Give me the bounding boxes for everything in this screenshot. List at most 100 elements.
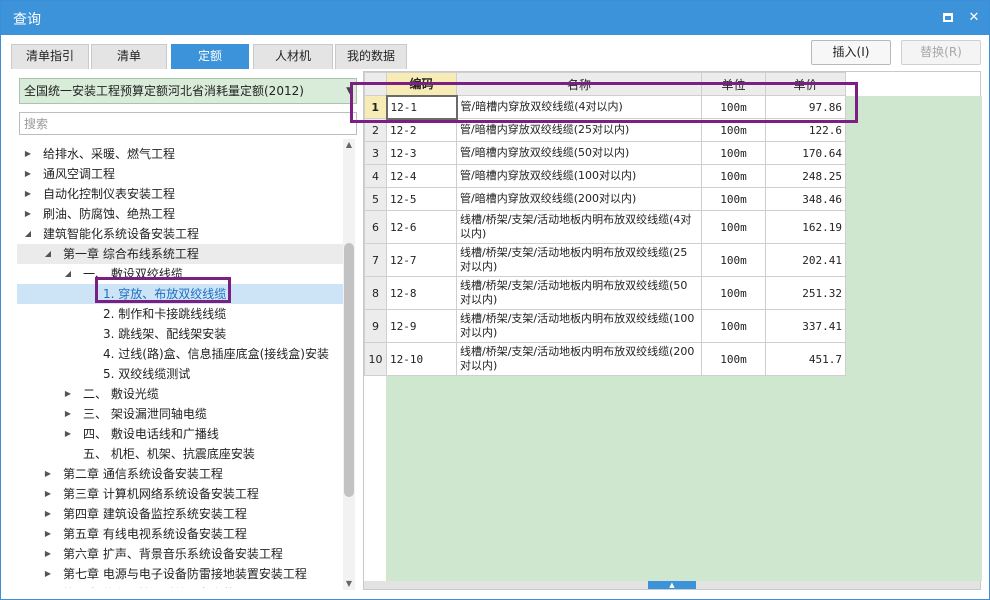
header-name[interactable]: 名称 [456, 72, 702, 96]
header-code[interactable]: 编码 [386, 72, 457, 96]
cell-unit[interactable]: 100m [701, 118, 766, 142]
cell-code[interactable]: 12-10 [386, 342, 457, 376]
cell-unit[interactable]: 100m [701, 187, 766, 211]
cell-code[interactable]: 12-8 [386, 276, 457, 310]
tree-node[interactable]: ▶ 第七章 电源与电子设备防雷接地装置安装工程 [17, 564, 343, 584]
cell-price[interactable]: 337.41 [765, 309, 846, 343]
insert-button[interactable]: 插入(I) [811, 40, 891, 65]
cell-code[interactable]: 12-3 [386, 141, 457, 165]
grid-horizontal-scrollbar[interactable]: ▲ [364, 581, 980, 589]
tree-node[interactable]: ▶ 第五章 有线电视系统设备安装工程 [17, 524, 343, 544]
collapsed-triangle-icon[interactable]: ▶ [23, 164, 33, 184]
tree-node[interactable]: ▶ 刷油、防腐蚀、绝热工程 [17, 204, 343, 224]
tree-node[interactable]: 5. 双绞线缆测试 [17, 364, 343, 384]
row-number[interactable]: 2 [364, 118, 387, 142]
close-icon[interactable]: ✕ [965, 9, 983, 27]
tree-node[interactable]: 1. 穿放、布放双绞线缆 [17, 284, 343, 304]
cell-name[interactable]: 管/暗槽内穿放双绞线缆(4对以内) [456, 95, 702, 119]
collapsed-triangle-icon[interactable]: ▶ [43, 544, 53, 564]
tree-node[interactable]: ▶ 四、 敷设电话线和广播线 [17, 424, 343, 444]
header-unit[interactable]: 单位 [701, 72, 766, 96]
row-number[interactable]: 4 [364, 164, 387, 188]
tab-quota[interactable]: 定额 [171, 44, 249, 69]
search-input[interactable] [19, 112, 357, 135]
cell-unit[interactable]: 100m [701, 342, 766, 376]
row-number[interactable]: 3 [364, 141, 387, 165]
table-row[interactable]: 2 12-2 管/暗槽内穿放双绞线缆(25对以内) 100m 122.6 [364, 118, 846, 142]
tab-list[interactable]: 清单 [91, 44, 167, 69]
tab-list-guide[interactable]: 清单指引 [11, 44, 89, 69]
cell-code[interactable]: 12-9 [386, 309, 457, 343]
cell-code[interactable]: 12-4 [386, 164, 457, 188]
row-number[interactable]: 5 [364, 187, 387, 211]
cell-name[interactable]: 线槽/桥架/支架/活动地板内明布放双绞线缆(50对以内) [456, 276, 702, 310]
tree-node[interactable]: 4. 过线(路)盒、信息插座底盒(接线盒)安装 [17, 344, 343, 364]
tree-node[interactable]: ▶ 第二章 通信系统设备安装工程 [17, 464, 343, 484]
quota-library-select[interactable]: 全国统一安装工程预算定额河北省消耗量定额(2012) ▼ [19, 78, 357, 104]
collapsed-triangle-icon[interactable]: ▶ [63, 384, 73, 404]
row-number[interactable]: 10 [364, 342, 387, 376]
cell-price[interactable]: 97.86 [765, 95, 846, 119]
cell-price[interactable]: 170.64 [765, 141, 846, 165]
row-number[interactable]: 7 [364, 243, 387, 277]
collapsed-triangle-icon[interactable]: ▶ [43, 484, 53, 504]
cell-name[interactable]: 线槽/桥架/支架/活动地板内明布放双绞线缆(4对以内) [456, 210, 702, 244]
table-row[interactable]: 9 12-9 线槽/桥架/支架/活动地板内明布放双绞线缆(100对以内) 100m 33… [364, 309, 846, 343]
collapsed-triangle-icon[interactable]: ▶ [63, 404, 73, 424]
collapsed-triangle-icon[interactable]: ▶ [23, 144, 33, 164]
cell-code[interactable]: 12-5 [386, 187, 457, 211]
cell-unit[interactable]: 100m [701, 210, 766, 244]
header-price[interactable]: 单价 [765, 72, 846, 96]
cell-price[interactable]: 202.41 [765, 243, 846, 277]
collapsed-triangle-icon[interactable]: ▶ [63, 424, 73, 444]
table-row[interactable]: 10 12-10 线槽/桥架/支架/活动地板内明布放双绞线缆(200对以内) 100m… [364, 342, 846, 376]
row-number[interactable]: 1 [364, 95, 387, 119]
table-row[interactable]: 7 12-7 线槽/桥架/支架/活动地板内明布放双绞线缆(25对以内) 100m 202… [364, 243, 846, 277]
scroll-up-icon[interactable]: ▲ [343, 139, 355, 151]
tree-node[interactable]: 2. 制作和卡接跳线线缆 [17, 304, 343, 324]
tree-node[interactable]: ▶ 第三章 计算机网络系统设备安装工程 [17, 484, 343, 504]
tree-node[interactable]: ◢ 建筑智能化系统设备安装工程 [17, 224, 343, 244]
row-number[interactable]: 9 [364, 309, 387, 343]
tree-node[interactable]: ▶ 通风空调工程 [17, 164, 343, 184]
tree-node[interactable]: ▶ 第六章 扩声、背景音乐系统设备安装工程 [17, 544, 343, 564]
tree-node[interactable]: ◢ 一、 敷设双绞线缆 [17, 264, 343, 284]
expanded-triangle-icon[interactable]: ◢ [63, 264, 73, 284]
cell-code[interactable]: 12-2 [386, 118, 457, 142]
tree-node[interactable]: 3. 跳线架、配线架安装 [17, 324, 343, 344]
cell-name[interactable]: 管/暗槽内穿放双绞线缆(200对以内) [456, 187, 702, 211]
cell-code[interactable]: 12-6 [386, 210, 457, 244]
cell-unit[interactable]: 100m [701, 243, 766, 277]
tree-scrollbar[interactable]: ▲ ▼ [343, 139, 355, 590]
cell-name[interactable]: 管/暗槽内穿放双绞线缆(100对以内) [456, 164, 702, 188]
cell-price[interactable]: 162.19 [765, 210, 846, 244]
cell-unit[interactable]: 100m [701, 141, 766, 165]
cell-code[interactable]: 12-1 [385, 94, 458, 120]
cell-name[interactable]: 管/暗槽内穿放双绞线缆(50对以内) [456, 141, 702, 165]
cell-price[interactable]: 248.25 [765, 164, 846, 188]
table-row[interactable]: 1 12-1 管/暗槽内穿放双绞线缆(4对以内) 100m 97.86 [364, 94, 846, 120]
cell-unit[interactable]: 100m [701, 276, 766, 310]
tree-node[interactable]: ▶ 第八章 停车场管理系统设备安装工程 [17, 584, 343, 588]
cell-unit[interactable]: 100m [701, 95, 766, 119]
row-number[interactable]: 8 [364, 276, 387, 310]
tree-node[interactable]: 五、 机柜、机架、抗震底座安装 [17, 444, 343, 464]
expanded-triangle-icon[interactable]: ◢ [43, 244, 53, 264]
scrollbar-thumb[interactable] [344, 243, 354, 497]
table-row[interactable]: 4 12-4 管/暗槽内穿放双绞线缆(100对以内) 100m 248.25 [364, 164, 846, 188]
cell-unit[interactable]: 100m [701, 309, 766, 343]
collapsed-triangle-icon[interactable]: ▶ [43, 524, 53, 544]
tree-node[interactable]: ▶ 第四章 建筑设备监控系统安装工程 [17, 504, 343, 524]
collapsed-triangle-icon[interactable]: ▶ [43, 464, 53, 484]
tree-node[interactable]: ◢ 第一章 综合布线系统工程 [17, 244, 343, 264]
maximize-icon[interactable] [939, 9, 957, 27]
cell-name[interactable]: 管/暗槽内穿放双绞线缆(25对以内) [456, 118, 702, 142]
cell-unit[interactable]: 100m [701, 164, 766, 188]
collapsed-triangle-icon[interactable]: ▶ [43, 504, 53, 524]
scroll-down-icon[interactable]: ▼ [343, 578, 355, 590]
table-row[interactable]: 8 12-8 线槽/桥架/支架/活动地板内明布放双绞线缆(50对以内) 100m 251… [364, 276, 846, 310]
tab-my-data[interactable]: 我的数据 [335, 44, 407, 69]
collapse-toggle-icon[interactable]: ▲ [648, 581, 696, 589]
cell-name[interactable]: 线槽/桥架/支架/活动地板内明布放双绞线缆(200对以内) [456, 342, 702, 376]
tree-node[interactable]: ▶ 自动化控制仪表安装工程 [17, 184, 343, 204]
